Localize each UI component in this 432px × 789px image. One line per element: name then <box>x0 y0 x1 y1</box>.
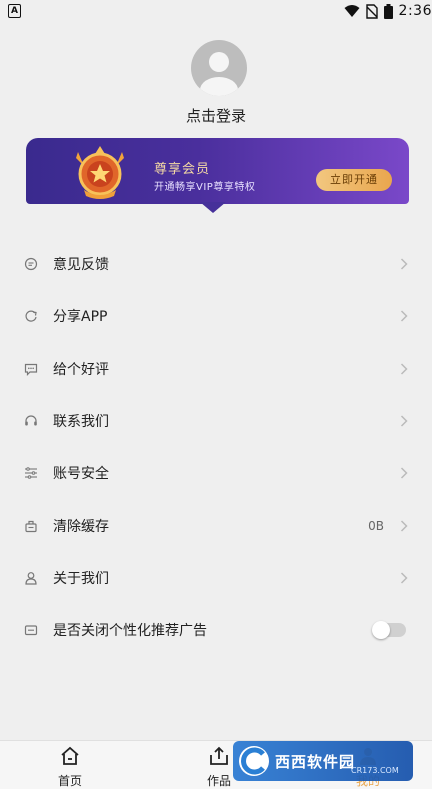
clear-cache-icon <box>25 520 37 532</box>
home-icon <box>61 746 79 765</box>
menu-label-contact: 联系我们 <box>53 414 109 431</box>
vip-crown-badge-icon <box>76 146 124 199</box>
menu-item-about[interactable]: 关于我们 <box>0 552 432 604</box>
tab-home-label: 首页 <box>57 774 82 788</box>
menu-item-clear-cache[interactable]: 清除缓存 0B <box>0 499 432 551</box>
watermark-logo-icon <box>239 746 269 776</box>
vip-activate-button[interactable]: 立即开通 <box>316 169 392 191</box>
status-bar: A 2:36 <box>0 0 432 22</box>
watermark-brand: 西西软件园 <box>275 752 356 771</box>
rate-icon <box>24 363 38 376</box>
upload-icon <box>210 746 228 765</box>
menu-label-feedback: 意见反馈 <box>53 257 109 274</box>
headset-icon <box>25 415 37 426</box>
share-icon <box>25 311 37 323</box>
menu-label-personalized-ads: 是否关闭个性化推荐广告 <box>53 623 207 640</box>
watermark-url: CR173.COM <box>351 766 399 775</box>
battery-icon <box>383 3 393 19</box>
tab-home[interactable]: 首页 <box>20 741 120 789</box>
menu-label-account-security: 账号安全 <box>53 466 109 483</box>
settings-menu: 意见反馈 分享APP 给个好评 联系我们 账号安全 清除缓存 0B 关于我们 是… <box>0 238 432 656</box>
chevron-right-icon <box>400 415 408 427</box>
notification-a-icon: A <box>8 4 21 18</box>
ad-icon <box>24 625 38 636</box>
default-avatar-icon <box>200 52 238 96</box>
menu-item-account-security[interactable]: 账号安全 <box>0 447 432 499</box>
chevron-right-icon <box>400 310 408 322</box>
wifi-icon <box>344 5 360 17</box>
login-link[interactable]: 点击登录 <box>0 105 432 126</box>
chevron-right-icon <box>400 363 408 375</box>
vip-banner-pointer <box>200 202 226 213</box>
chevron-right-icon <box>400 520 408 532</box>
vip-banner[interactable]: 尊享会员 开通畅享VIP尊享特权 立即开通 <box>26 138 409 204</box>
toggle-knob <box>372 621 390 640</box>
avatar[interactable] <box>191 40 247 96</box>
about-icon <box>25 572 37 585</box>
menu-label-rate: 给个好评 <box>53 361 109 378</box>
menu-label-share: 分享APP <box>53 309 108 326</box>
menu-item-personalized-ads: 是否关闭个性化推荐广告 <box>0 604 432 656</box>
vip-subtitle: 开通畅享VIP尊享特权 <box>154 182 256 193</box>
chevron-right-icon <box>400 467 408 479</box>
feedback-icon <box>24 258 38 271</box>
menu-label-clear-cache: 清除缓存 <box>53 518 109 535</box>
menu-label-about: 关于我们 <box>53 570 109 587</box>
vip-title: 尊享会员 <box>154 162 211 177</box>
chevron-right-icon <box>400 258 408 270</box>
menu-item-feedback[interactable]: 意见反馈 <box>0 238 432 290</box>
menu-item-rate[interactable]: 给个好评 <box>0 343 432 395</box>
sliders-icon <box>25 467 37 480</box>
menu-item-contact[interactable]: 联系我们 <box>0 395 432 447</box>
watermark: 西西软件园 CR173.COM <box>233 741 413 781</box>
no-sim-icon <box>365 3 378 19</box>
menu-item-share[interactable]: 分享APP <box>0 290 432 342</box>
status-time: 2:36 <box>398 3 432 19</box>
personalized-ads-toggle[interactable] <box>372 621 406 640</box>
cache-size-value: 0B <box>368 518 384 533</box>
chevron-right-icon <box>400 572 408 584</box>
